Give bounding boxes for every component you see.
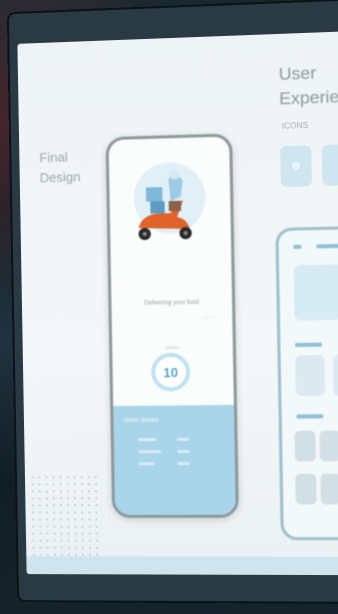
p2-hero-card (293, 263, 338, 321)
user-experience-title: User Experie (278, 63, 338, 109)
final-design-label: Final Design (39, 149, 81, 186)
p2-tile-small (319, 430, 338, 462)
phone-mockup: Delivering your food ........... minutes… (105, 133, 239, 518)
p2-tile-small (295, 473, 317, 505)
icons-label: ICONS (281, 120, 309, 131)
panel-row (177, 449, 190, 454)
panel-row (138, 450, 161, 454)
monitor-screen: Final Design User Experie ICONS Deliveri… (17, 30, 338, 576)
dot-pattern (28, 473, 101, 565)
p2-tile-small (320, 473, 338, 505)
scooter-illustration (127, 155, 213, 268)
delivery-caption: Delivering your food (144, 299, 199, 307)
icon-tile (280, 145, 313, 187)
screen-bottom-bar (26, 556, 338, 576)
p2-tile (295, 354, 326, 397)
p2-bar (294, 342, 323, 348)
p2-bar (316, 243, 338, 249)
timer-value: 10 (163, 364, 179, 380)
phone-mockup-secondary (275, 224, 338, 541)
delivery-subcaption: ........... (202, 313, 218, 320)
p2-bar (296, 414, 324, 419)
order-panel-title: Order details (123, 417, 159, 425)
panel-row (177, 462, 190, 466)
panel-row (138, 437, 157, 442)
p2-tile-small (294, 430, 316, 462)
icon-tile (321, 143, 338, 186)
order-panel: Order details (113, 404, 236, 515)
panel-row (138, 462, 155, 466)
p2-bar (293, 244, 302, 249)
p2-tile (332, 354, 338, 396)
monitor: Final Design User Experie ICONS Deliveri… (8, 0, 338, 602)
timer-label: minutes (165, 344, 180, 350)
timer-ring: 10 (150, 352, 191, 392)
panel-row (176, 437, 190, 441)
